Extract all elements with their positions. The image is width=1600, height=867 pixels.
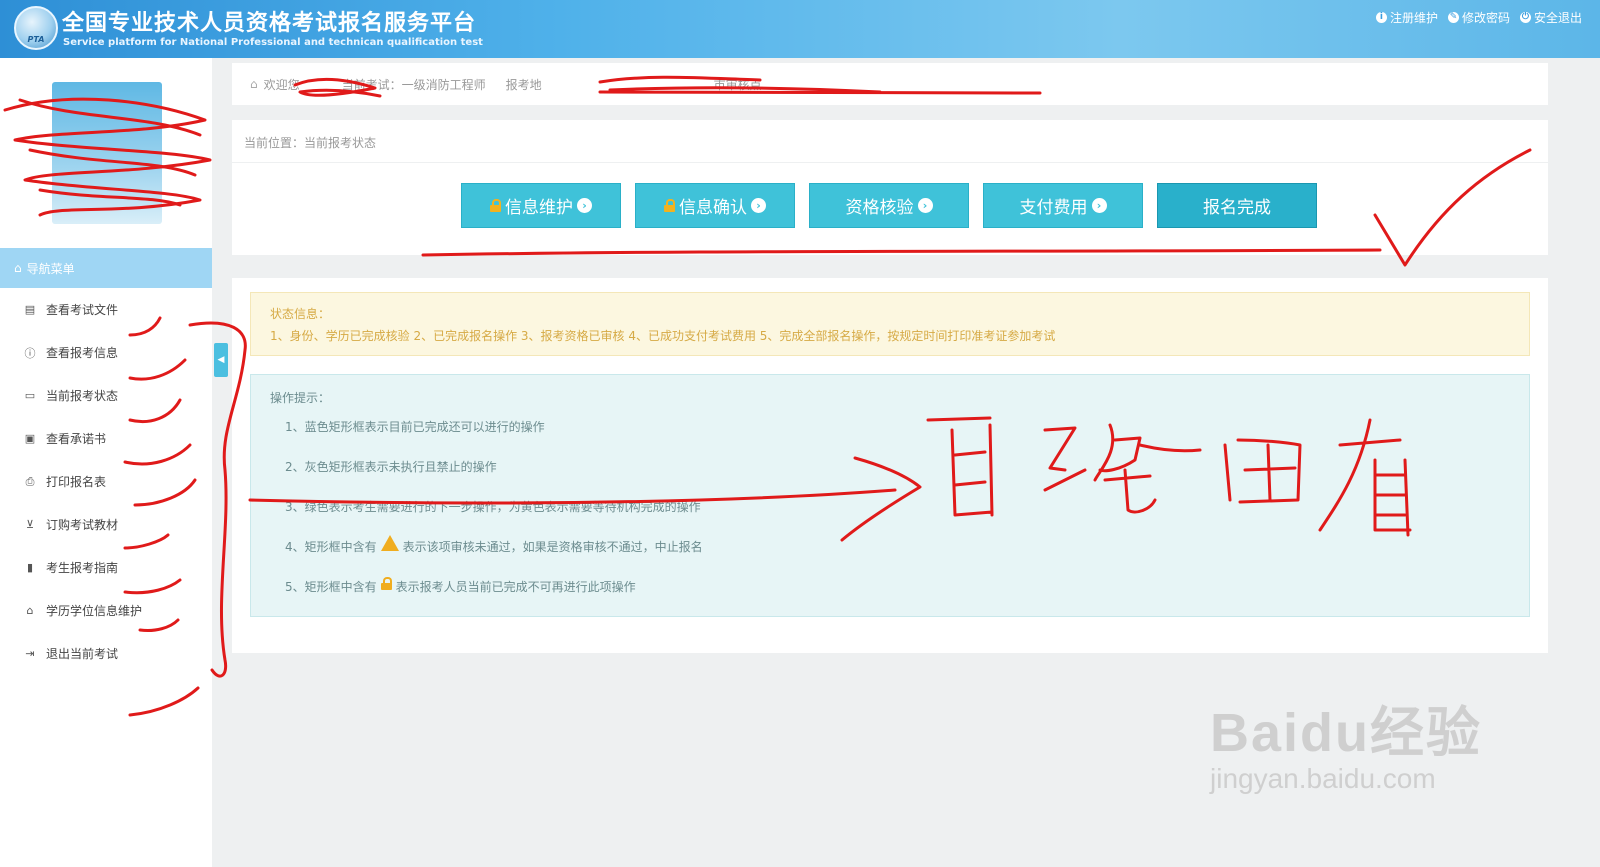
status-title: 状态信息：: [270, 307, 331, 321]
change-password-link[interactable]: ✎ 修改密码: [1447, 9, 1510, 26]
hint-item: 1、蓝色矩形框表示目前已完成还可以进行的操作: [285, 420, 545, 434]
sidebar-item-commitment[interactable]: ▣ 查看承诺书: [0, 417, 212, 460]
nav-header: ⌂ 导航菜单: [0, 248, 212, 288]
nav-list: ▤ 查看考试文件 ⓘ 查看报考信息 ▭ 当前报考状态 ▣ 查看承诺书 ⎙ 打印报名表 ⊻ 订…: [0, 288, 212, 675]
hint-item: 3、绿色表示考生需要进行的下一步操作，为黄色表示需要等待机构完成的操作: [285, 500, 701, 514]
sidebar-item-exam-files[interactable]: ▤ 查看考试文件: [0, 288, 212, 331]
site-subtitle: Service platform for National Profession…: [63, 37, 483, 48]
site-title: 全国专业技术人员资格考试报名服务平台: [62, 11, 477, 36]
arrow-right-circle-icon: ›: [917, 198, 933, 213]
home-icon: ⌂: [14, 261, 22, 275]
sidebar-item-guide[interactable]: ▮ 考生报考指南: [0, 546, 212, 589]
site-header: PTA 全国专业技术人员资格考试报名服务平台 Service platform …: [0, 0, 1600, 58]
book-icon: ▮: [26, 561, 34, 574]
info-bar: ⌂ 欢迎您 当前考试：一级消防工程师 报考地 市审核点: [232, 63, 1548, 105]
graduation-cap-icon: ⌂: [26, 604, 34, 617]
cart-icon: ⊻: [25, 518, 35, 531]
sidebar-item-education[interactable]: ⌂ 学历学位信息维护: [0, 589, 212, 632]
register-maintain-link[interactable]: i 注册维护: [1375, 9, 1438, 26]
divider: [232, 162, 1548, 163]
step-info-confirm-button[interactable]: 信息确认 ›: [635, 183, 795, 228]
lock-icon: [380, 577, 392, 590]
current-exam: 当前考试：一级消防工程师: [341, 77, 486, 92]
avatar: [52, 82, 162, 224]
review-point: 市审核点: [713, 77, 762, 92]
top-links: i 注册维护 ✎ 修改密码 ⏻ 安全退出: [1375, 9, 1582, 26]
operation-hints-box: 操作提示： 1、蓝色矩形框表示目前已完成还可以进行的操作 2、灰色矩形框表示未执…: [250, 374, 1530, 617]
power-icon: ⏻: [1519, 12, 1531, 23]
file-icon: ▤: [24, 303, 36, 316]
step-payment-button[interactable]: 支付费用 ›: [983, 183, 1143, 228]
baidu-watermark: Baidu经验 jingyan.baidu.com: [1210, 703, 1483, 794]
step-info-maintain-button[interactable]: 信息维护 ›: [461, 183, 621, 228]
arrow-right-circle-icon: ›: [577, 198, 592, 213]
logout-link[interactable]: ⏻ 安全退出: [1519, 9, 1582, 26]
step-qualification-button[interactable]: 资格核验 ›: [809, 183, 969, 228]
site-logo: PTA: [14, 6, 58, 50]
sidebar-item-exam-info[interactable]: ⓘ 查看报考信息: [0, 331, 212, 374]
step-buttons: 信息维护 › 信息确认 › 资格核验 › 支付费用 › 报名完成: [461, 183, 1317, 228]
step-complete-button[interactable]: 报名完成: [1157, 183, 1317, 228]
info-icon: i: [1375, 12, 1387, 23]
id-card-icon: ▣: [24, 432, 36, 445]
edit-icon: ✎: [1447, 12, 1459, 23]
hint-item: 4、矩形框中含有 表示该项审核未通过，如果是资格审核不通过，中止报名: [285, 535, 1510, 578]
hint-item: 2、灰色矩形框表示未执行且禁止的操作: [285, 460, 497, 474]
sidebar-item-order-books[interactable]: ⊻ 订购考试教材: [0, 503, 212, 546]
breadcrumb: 当前位置：当前报考状态: [244, 136, 377, 150]
status-info-box: 状态信息： 1、身份、学历已完成核验 2、已完成报名操作 3、报考资格已审核 4…: [250, 292, 1530, 356]
exam-location: 报考地: [505, 77, 542, 92]
sidebar: ⌂ 导航菜单 ▤ 查看考试文件 ⓘ 查看报考信息 ▭ 当前报考状态 ▣ 查看承诺书 ⎙ 打…: [0, 58, 212, 867]
sign-out-icon: ⇥: [25, 647, 35, 660]
hint-item: 5、矩形框中含有 表示报考人员当前已完成不可再进行此项操作: [285, 577, 1510, 618]
info-area: 状态信息： 1、身份、学历已完成核验 2、已完成报名操作 3、报考资格已审核 4…: [232, 278, 1548, 653]
lock-icon: [490, 199, 501, 212]
sidebar-collapse-button[interactable]: ◀: [214, 343, 228, 377]
status-panel: 当前位置：当前报考状态 信息维护 › 信息确认 › 资格核验 › 支付费用 › …: [232, 120, 1548, 255]
bank-icon: ⌂: [250, 77, 258, 91]
warning-icon: [380, 535, 399, 551]
arrow-right-circle-icon: ›: [751, 198, 766, 213]
welcome-text: 欢迎您: [263, 77, 300, 92]
print-icon: ⎙: [25, 474, 35, 488]
sidebar-item-print-form[interactable]: ⎙ 打印报名表: [0, 460, 212, 503]
sidebar-item-exit-exam[interactable]: ⇥ 退出当前考试: [0, 632, 212, 675]
lock-icon: [664, 199, 675, 212]
arrow-right-circle-icon: ›: [1091, 198, 1107, 213]
hints-title: 操作提示：: [270, 391, 331, 405]
monitor-icon: ▭: [24, 389, 36, 402]
sidebar-item-current-status[interactable]: ▭ 当前报考状态: [0, 374, 212, 417]
status-text: 1、身份、学历已完成核验 2、已完成报名操作 3、报考资格已审核 4、已成功支付…: [270, 329, 1056, 343]
info-icon: ⓘ: [24, 346, 36, 360]
